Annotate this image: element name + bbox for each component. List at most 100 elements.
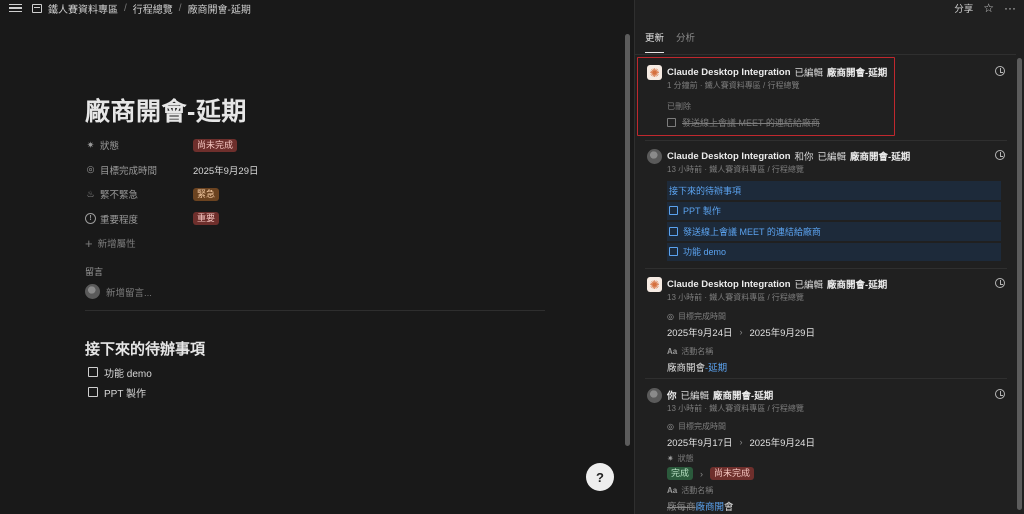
checkbox <box>667 117 676 127</box>
added-todo: 功能 demo <box>683 247 727 258</box>
change-label-text: 活動名稱 <box>681 485 714 495</box>
entry-body: ◎ 目標完成時間 2025年9月17日 › 2025年9月24日 ✷ 狀態 完成… <box>645 420 1007 513</box>
target-icon: ◎ <box>86 164 95 175</box>
todo-text[interactable]: PPT 製作 <box>104 385 146 400</box>
change-label: Aa 活動名稱 <box>667 345 1007 357</box>
entry-actor: Claude Desktop Integration <box>667 150 791 162</box>
new-value: 2025年9月24日 <box>749 437 815 449</box>
change-label-text: 狀態 <box>677 453 694 463</box>
clock-icon[interactable] <box>995 389 1005 399</box>
added-todo-block[interactable]: 功能 demo <box>667 242 1001 261</box>
checkbox <box>669 226 678 236</box>
deleted-item: 發送線上會議 MEET 的連結給廠商 <box>667 115 1007 129</box>
properties: ✷ 狀態 尚未完成 ◎ 目標完成時間 2025年9月29日 ♨ 緊不緊急 緊急 … <box>85 133 545 256</box>
property-urgency[interactable]: ♨ 緊不緊急 緊急 <box>85 182 545 207</box>
todo-item[interactable]: 功能 demo <box>88 362 152 382</box>
star-icon[interactable]: ☆ <box>983 1 994 15</box>
checkbox[interactable] <box>88 387 98 397</box>
entry-header: Claude Desktop Integration 和你 已編輯 廠商開會-延… <box>645 149 1007 164</box>
name-added: -延期 <box>705 362 728 374</box>
entry-target[interactable]: 廠商開會-延期 <box>827 277 887 291</box>
breadcrumb-current[interactable]: 廠商開會-延期 <box>188 1 251 16</box>
share-button[interactable]: 分享 <box>954 1 973 15</box>
entry-verb: 已編輯 <box>817 152 847 163</box>
tab-updates[interactable]: 更新 <box>645 30 665 53</box>
change-label: ◎ 目標完成時間 <box>667 420 1007 432</box>
entry-header: ✺ Claude Desktop Integration 已編輯 廠商開會-延期 <box>645 65 1007 80</box>
entry-meta: 13 小時前 · 鐵人賽資料專區 / 行程總覽 <box>667 293 804 302</box>
clock-icon[interactable] <box>995 278 1005 288</box>
scrollbar[interactable] <box>625 34 630 446</box>
entry-header: 你 已編輯 廠商開會-延期 <box>645 388 1007 403</box>
clock-icon[interactable] <box>995 66 1005 76</box>
scrollbar[interactable] <box>1017 58 1022 510</box>
tab-analytics[interactable]: 分析 <box>676 30 695 53</box>
target-date-value[interactable]: 2025年9月29日 <box>193 163 258 177</box>
menu-icon[interactable] <box>9 3 22 13</box>
added-todo-block[interactable]: 發送線上會議 MEET 的連結給廠商 <box>667 222 1001 241</box>
status-tag[interactable]: 尚未完成 <box>193 138 238 152</box>
added-todo-block[interactable]: PPT 製作 <box>667 201 1001 220</box>
checkbox <box>669 206 678 216</box>
more-icon[interactable]: ··· <box>1004 1 1016 15</box>
entry-body: 接下來的待辦事項 PPT 製作 發送線上會議 MEET 的連結給廠商 功能 de… <box>645 181 1007 261</box>
todo-item[interactable]: PPT 製作 <box>88 382 152 402</box>
added-heading-block[interactable]: 接下來的待辦事項 <box>667 181 1001 200</box>
checkbox[interactable] <box>88 367 98 377</box>
change-label-text: 目標完成時間 <box>677 311 726 321</box>
checkbox <box>669 247 678 257</box>
add-property-button[interactable]: + 新增屬性 <box>85 231 545 256</box>
property-label: ✷ 狀態 <box>85 138 193 153</box>
section-heading[interactable]: 接下來的待辦事項 <box>85 338 205 359</box>
workspace-icon <box>32 3 42 13</box>
property-name: 狀態 <box>100 141 120 153</box>
entry-actor: 你 <box>667 391 677 402</box>
claude-logo-icon: ✺ <box>647 277 662 292</box>
panel-tabs: 更新 分析 <box>645 30 695 53</box>
breadcrumb-parent[interactable]: 行程總覽 <box>133 1 173 16</box>
update-entry[interactable]: Claude Desktop Integration 和你 已編輯 廠商開會-延… <box>645 149 1007 263</box>
entry-verb: 已編輯 <box>794 280 824 291</box>
info-icon: ! <box>85 213 96 225</box>
text-property-icon: Aa <box>667 485 678 495</box>
entry-conj: 和你 <box>794 152 814 163</box>
property-target-date[interactable]: ◎ 目標完成時間 2025年9月29日 <box>85 158 545 183</box>
entry-body: 已刪除 發送線上會議 MEET 的連結給廠商 <box>645 100 1007 129</box>
todo-text[interactable]: 功能 demo <box>104 365 152 380</box>
help-button[interactable]: ? <box>586 463 614 491</box>
comment-input[interactable]: 新增留言... <box>85 284 152 299</box>
divider <box>635 54 1016 55</box>
entry-actor: Claude Desktop Integration <box>667 278 791 290</box>
comment-placeholder: 新增留言... <box>106 287 152 299</box>
entry-target[interactable]: 廠商開會-延期 <box>827 65 887 79</box>
property-name: 重要程度 <box>100 214 139 226</box>
date-change: 2025年9月17日 › 2025年9月24日 <box>667 434 1007 449</box>
entry-body: ◎ 目標完成時間 2025年9月24日 › 2025年9月29日 Aa 活動名稱… <box>645 310 1007 374</box>
property-status[interactable]: ✷ 狀態 尚未完成 <box>85 133 545 158</box>
clock-icon[interactable] <box>995 150 1005 160</box>
property-importance[interactable]: ! 重要程度 重要 <box>85 207 545 232</box>
breadcrumb-workspace[interactable]: 鐵人賽資料專區 <box>48 1 118 16</box>
avatar <box>85 284 100 299</box>
update-entry[interactable]: ✺ Claude Desktop Integration 已編輯 廠商開會-延期… <box>645 65 1007 129</box>
change-label: ✷ 狀態 <box>667 452 1007 464</box>
importance-tag[interactable]: 重要 <box>193 212 220 226</box>
name-tail: 會 <box>724 501 734 513</box>
update-entry[interactable]: 你 已編輯 廠商開會-延期 13 小時前 · 鐵人賽資料專區 / 行程總覽 ◎ … <box>645 388 1007 513</box>
target-icon: ◎ <box>667 311 674 321</box>
status-icon: ✷ <box>86 139 95 150</box>
divider <box>645 140 1007 141</box>
target-icon: ◎ <box>667 421 674 431</box>
update-entry[interactable]: ✺ Claude Desktop Integration 已編輯 廠商開會-延期… <box>645 277 1007 374</box>
change-label: ◎ 目標完成時間 <box>667 310 1007 322</box>
chevron-right-icon: › <box>700 468 704 479</box>
urgency-tag[interactable]: 緊急 <box>193 187 220 201</box>
entry-target[interactable]: 廠商開會-延期 <box>713 388 773 402</box>
added-heading: 接下來的待辦事項 <box>669 185 742 196</box>
plus-icon: + <box>85 235 93 251</box>
page-title[interactable]: 廠商開會-延期 <box>85 92 247 128</box>
property-label: ◎ 目標完成時間 <box>85 163 193 177</box>
entry-verb: 已編輯 <box>794 68 824 79</box>
entry-target[interactable]: 廠商開會-延期 <box>850 149 910 163</box>
name-change: 廠商開會 -延期 <box>667 359 1007 374</box>
